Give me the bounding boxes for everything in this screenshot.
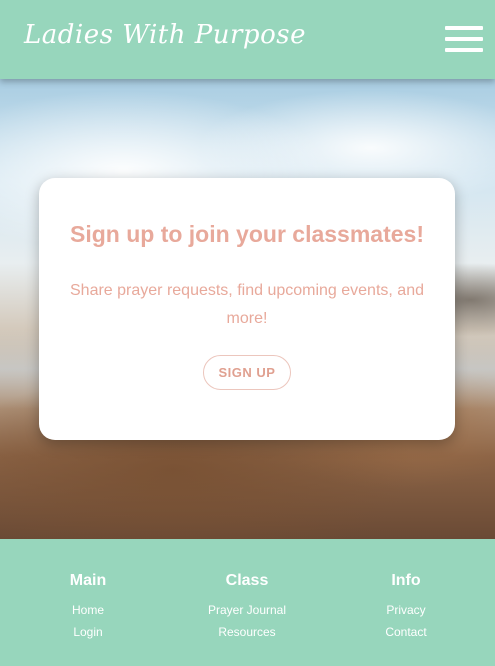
footer-link-home[interactable]: Home bbox=[8, 599, 168, 621]
card-description: Share prayer requests, find upcoming eve… bbox=[70, 282, 424, 327]
footer-link-privacy[interactable]: Privacy bbox=[326, 599, 486, 621]
footer-link-resources[interactable]: Resources bbox=[167, 621, 327, 643]
footer-column-class: Class Prayer Journal Resources bbox=[167, 572, 327, 643]
footer-link-contact[interactable]: Contact bbox=[326, 621, 486, 643]
brand-logo-link[interactable]: Ladies With Purpose bbox=[24, 20, 306, 50]
menu-bar bbox=[445, 48, 483, 52]
footer-link-login[interactable]: Login bbox=[8, 621, 168, 643]
navbar: Ladies With Purpose bbox=[0, 0, 495, 79]
footer-heading: Main bbox=[69, 572, 107, 589]
footer: Main Home Login Class Prayer Journal Res… bbox=[0, 539, 495, 666]
card-title: Sign up to join your classmates! bbox=[69, 221, 424, 247]
sign-up-button[interactable]: SIGN UP bbox=[203, 355, 291, 390]
signup-card: Sign up to join your classmates! Share p… bbox=[39, 178, 455, 440]
footer-column-info: Info Privacy Contact bbox=[326, 572, 486, 643]
menu-bar bbox=[445, 26, 483, 30]
menu-bar bbox=[445, 37, 483, 41]
footer-column-main: Main Home Login bbox=[8, 572, 168, 643]
footer-heading: Class bbox=[225, 572, 269, 589]
footer-heading: Info bbox=[391, 572, 421, 589]
hamburger-menu-icon[interactable] bbox=[445, 26, 483, 52]
footer-link-prayer-journal[interactable]: Prayer Journal bbox=[167, 599, 327, 621]
